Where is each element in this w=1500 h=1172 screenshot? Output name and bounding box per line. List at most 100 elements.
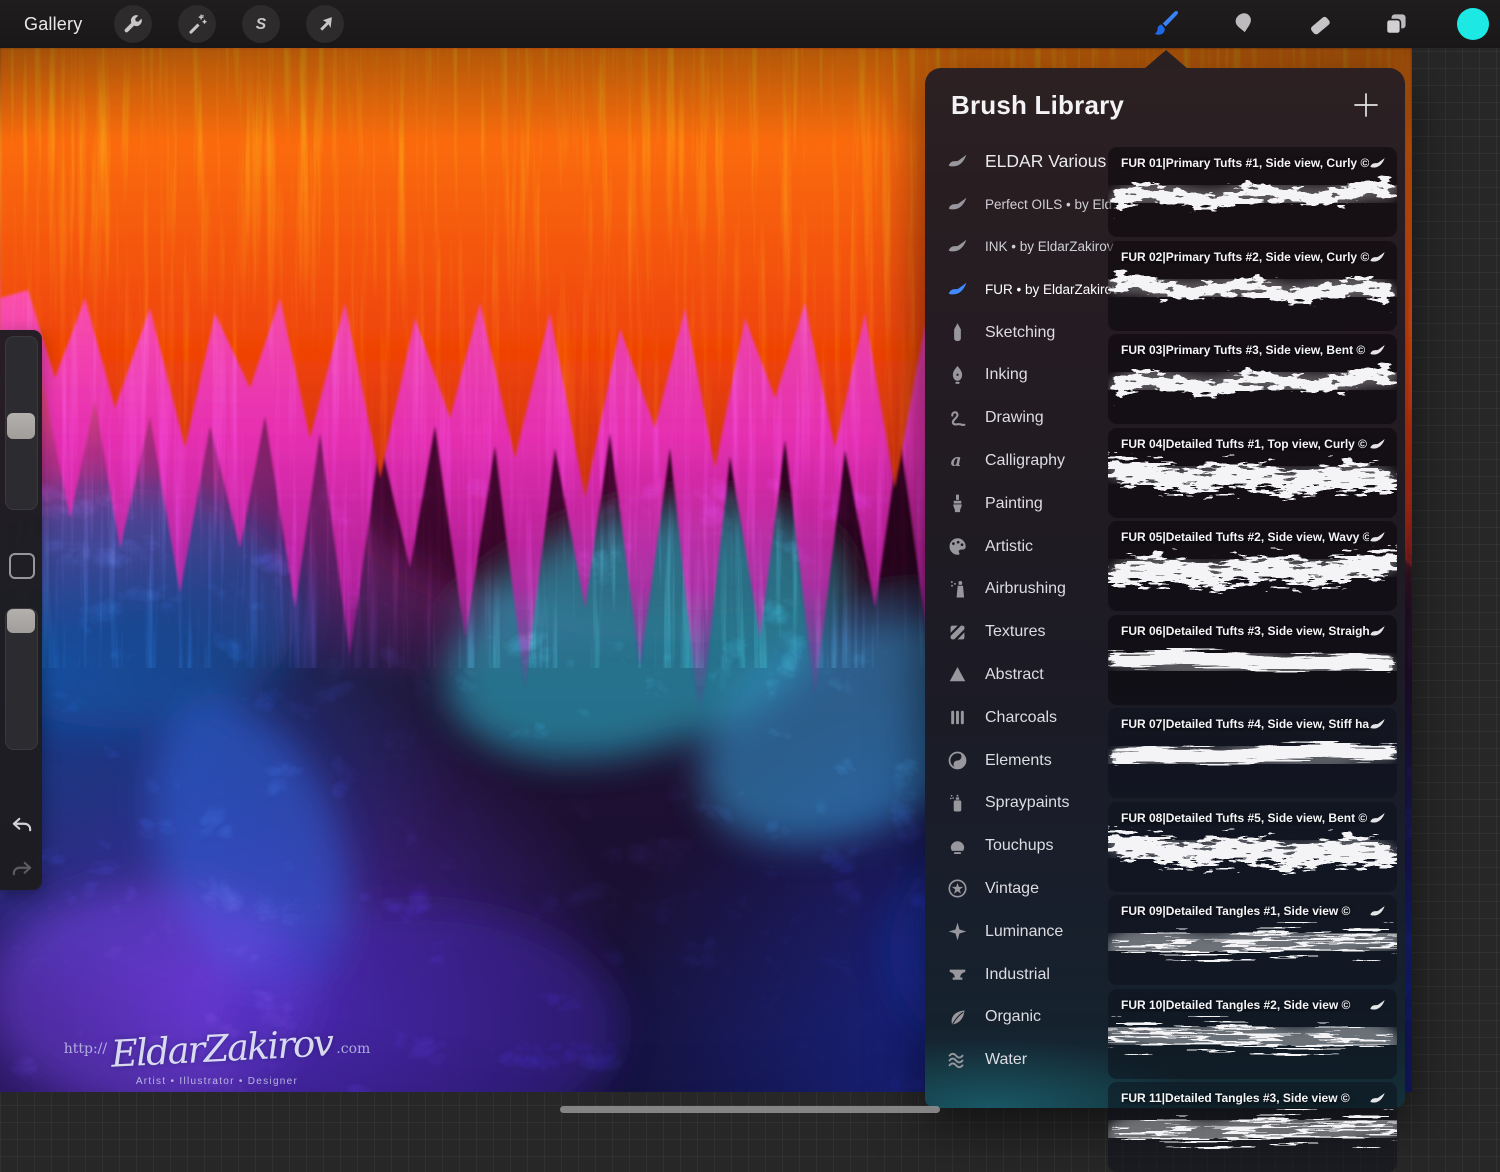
brush-item[interactable]: FUR 01|Primary Tufts #1, Side view, Curl… bbox=[1108, 147, 1397, 237]
brush-category-item[interactable]: Touchups bbox=[925, 825, 1108, 868]
brush-category-item[interactable]: Abstract bbox=[925, 654, 1108, 697]
brush-name: FUR 02|Primary Tufts #2, Side view, Curl… bbox=[1121, 249, 1369, 264]
eraser-icon bbox=[1311, 16, 1330, 35]
brush-item[interactable]: FUR 05|Detailed Tufts #2, Side view, Wav… bbox=[1108, 521, 1397, 611]
redo-button[interactable] bbox=[9, 858, 35, 884]
gallery-button[interactable]: Gallery bbox=[24, 14, 82, 35]
brush-item[interactable]: FUR 07|Detailed Tufts #4, Side view, Sti… bbox=[1108, 708, 1397, 798]
category-icon bbox=[947, 836, 968, 857]
brush-name: FUR 11|Detailed Tangles #3, Side view © bbox=[1121, 1091, 1350, 1105]
brush-item[interactable]: FUR 10|Detailed Tangles #2, Side view © bbox=[1108, 988, 1397, 1079]
category-label: Vintage bbox=[985, 879, 1039, 897]
category-label: Painting bbox=[985, 494, 1043, 512]
category-label: Water bbox=[985, 1051, 1028, 1069]
brush-category-item[interactable]: Textures bbox=[925, 611, 1108, 654]
selection-button[interactable]: S bbox=[242, 5, 281, 43]
brush-name: FUR 04|Detailed Tufts #1, Top view, Curl… bbox=[1121, 436, 1368, 451]
left-tool-group: S bbox=[114, 5, 345, 43]
brush-item[interactable]: FUR 11|Detailed Tangles #3, Side view © bbox=[1108, 1082, 1397, 1172]
brush-category-item[interactable]: Perfect OILS • by Eld… bbox=[925, 183, 1126, 226]
brush-category-item[interactable]: Charcoals bbox=[925, 696, 1108, 739]
smudge-finger-icon bbox=[1235, 13, 1251, 33]
modify-button[interactable] bbox=[9, 553, 35, 579]
brush-set-mini-icon bbox=[1367, 342, 1388, 359]
brush-category-item[interactable]: Industrial bbox=[925, 953, 1108, 996]
brush-category-item[interactable]: Water bbox=[925, 1039, 1108, 1082]
category-label: Artistic bbox=[985, 537, 1033, 555]
brush-item[interactable]: FUR 03|Primary Tufts #3, Side view, Bent… bbox=[1108, 334, 1397, 424]
brush-opacity-handle[interactable] bbox=[7, 609, 35, 633]
brush-item[interactable]: FUR 08|Detailed Tufts #5, Side view, Ben… bbox=[1108, 801, 1397, 892]
wrench-icon bbox=[125, 15, 143, 33]
adjustments-button[interactable] bbox=[178, 5, 217, 43]
brush-category-item[interactable]: Sketching bbox=[925, 311, 1108, 354]
brush-category-item[interactable]: Painting bbox=[925, 482, 1108, 525]
panel-notch bbox=[1144, 50, 1188, 69]
brush-name: FUR 05|Detailed Tufts #2, Side view, Wav… bbox=[1121, 530, 1369, 544]
brush-category-item[interactable]: Organic bbox=[925, 996, 1108, 1039]
category-label: Calligraphy bbox=[985, 451, 1066, 469]
layers-button[interactable] bbox=[1377, 5, 1415, 43]
smudge-tool-button[interactable] bbox=[1224, 5, 1262, 43]
paint-tool-button[interactable] bbox=[1147, 5, 1185, 43]
brush-set-mini-icon bbox=[1367, 716, 1388, 733]
top-toolbar: Gallery S bbox=[0, 0, 1500, 48]
category-label: Elements bbox=[985, 751, 1052, 769]
brush-set-mini-icon bbox=[1367, 529, 1388, 546]
brush-category-item[interactable]: Drawing bbox=[925, 397, 1108, 440]
panel-title: Brush Library bbox=[951, 90, 1125, 120]
brush-set-mini-icon bbox=[1367, 436, 1388, 453]
brush-set-mini-icon bbox=[1367, 1090, 1388, 1107]
brush-category-item[interactable]: Luminance bbox=[925, 910, 1108, 953]
brush-item[interactable]: FUR 09|Detailed Tangles #1, Side view © bbox=[1108, 895, 1397, 985]
brush-category-item[interactable]: INK • by EldarZakirov bbox=[925, 226, 1114, 269]
actions-button[interactable] bbox=[114, 5, 153, 43]
category-icon bbox=[947, 450, 968, 471]
category-label: Airbrushing bbox=[985, 580, 1066, 598]
brush-set-mini-icon bbox=[1367, 249, 1388, 266]
home-indicator[interactable] bbox=[560, 1106, 940, 1113]
brush-name: FUR 01|Primary Tufts #1, Side view, Curl… bbox=[1121, 156, 1369, 170]
brush-category-item[interactable]: FUR • by EldarZakirov bbox=[925, 268, 1119, 311]
brush-category-item[interactable]: Elements bbox=[925, 739, 1108, 782]
category-label: ELDAR Various bbox=[985, 150, 1107, 171]
category-label: FUR • by EldarZakirov bbox=[985, 282, 1119, 298]
brush-category-item[interactable]: Airbrushing bbox=[925, 568, 1108, 611]
redo-icon bbox=[12, 861, 32, 876]
brush-set-mini-icon bbox=[1367, 155, 1388, 172]
category-label: INK • by EldarZakirov bbox=[985, 239, 1114, 255]
brush-name: FUR 06|Detailed Tufts #3, Side view, Str… bbox=[1121, 623, 1369, 638]
eraser-tool-button[interactable] bbox=[1301, 5, 1339, 43]
category-icon bbox=[947, 750, 968, 771]
brush-item[interactable]: FUR 06|Detailed Tufts #3, Side view, Str… bbox=[1108, 614, 1397, 705]
brush-category-item[interactable]: Inking bbox=[925, 354, 1108, 397]
current-color-swatch[interactable] bbox=[1457, 8, 1489, 40]
category-label: Drawing bbox=[985, 409, 1044, 427]
category-icon bbox=[947, 878, 968, 899]
category-icon bbox=[947, 408, 968, 429]
brush-list: FUR 01|Primary Tufts #1, Side view, Curl… bbox=[1108, 147, 1401, 1172]
brush-category-item[interactable]: ELDAR Various bbox=[925, 140, 1108, 183]
category-label: Perfect OILS • by Eld… bbox=[985, 196, 1126, 212]
category-label: Sketching bbox=[985, 323, 1056, 341]
brush-item[interactable]: FUR 02|Primary Tufts #2, Side view, Curl… bbox=[1108, 240, 1397, 331]
category-icon bbox=[947, 536, 968, 557]
brush-set-mini-icon bbox=[1367, 810, 1388, 827]
brush-category-item[interactable]: Calligraphy bbox=[925, 440, 1108, 483]
brush-category-list: ELDAR Various Perfect OILS • by Eld… INK… bbox=[925, 140, 1126, 1082]
brush-item[interactable]: FUR 04|Detailed Tufts #1, Top view, Curl… bbox=[1108, 427, 1397, 518]
category-icon bbox=[947, 579, 968, 600]
brush-category-item[interactable]: Artistic bbox=[925, 525, 1108, 568]
brush-name: FUR 10|Detailed Tangles #2, Side view © bbox=[1121, 997, 1351, 1012]
undo-button[interactable] bbox=[9, 814, 35, 840]
brush-size-handle[interactable] bbox=[7, 413, 35, 439]
transform-button[interactable] bbox=[306, 5, 345, 43]
brush-category-item[interactable]: Spraypaints bbox=[925, 782, 1108, 825]
category-icon bbox=[947, 322, 968, 343]
magic-wand-icon bbox=[189, 14, 208, 34]
category-label: Industrial bbox=[985, 965, 1050, 983]
brush-category-item[interactable]: Vintage bbox=[925, 868, 1108, 911]
brush-sidebar bbox=[0, 330, 42, 890]
add-brush-set-button[interactable] bbox=[1351, 90, 1381, 120]
category-label: Charcoals bbox=[985, 708, 1058, 726]
